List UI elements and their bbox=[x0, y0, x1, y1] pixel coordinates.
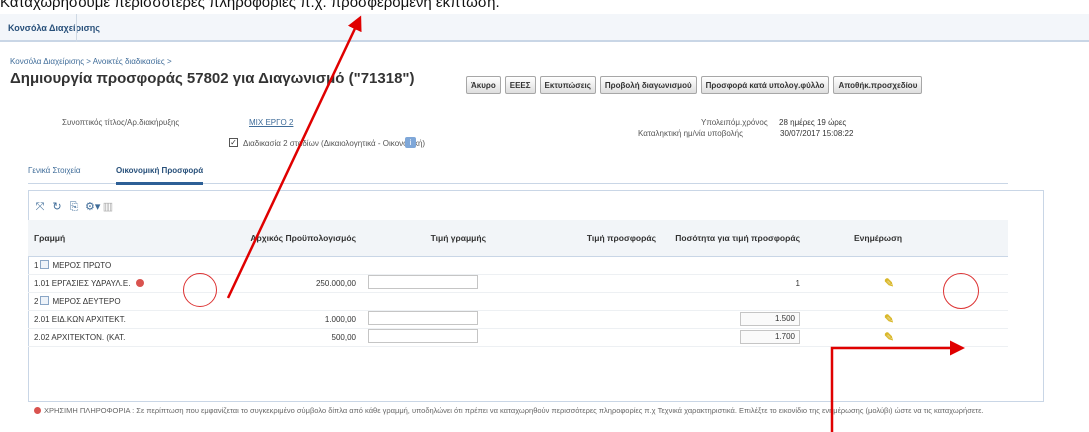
row-budget: 250.000,00 bbox=[228, 274, 362, 293]
col-update: Ενημέρωση bbox=[806, 220, 1008, 257]
annotation-circle bbox=[183, 273, 217, 307]
row-quantity[interactable]: 1.500 bbox=[740, 312, 800, 326]
spreadsheet-offer-button[interactable]: Προσφορά κατά υπολογ.φύλλο bbox=[700, 76, 830, 94]
deadline-value: 30/07/2017 15:08:22 bbox=[780, 129, 854, 138]
row-number: 1 bbox=[34, 261, 39, 270]
table-header-row: Γραμμή Αρχικός Προϋπολογισμός Τιμή γραμμ… bbox=[28, 220, 1008, 257]
table-row: 2.01 ΕΙΔ.ΚΩΝ ΑΡΧΙΤΕΚΤ. 1.000,00 1.500 ✎ bbox=[28, 310, 1008, 329]
row-number: 2 bbox=[34, 297, 39, 306]
row-line-label[interactable]: 2.01 ΕΙΔ.ΚΩΝ ΑΡΧΙΤΕΚΤ. bbox=[34, 315, 126, 324]
espd-button[interactable]: ΕΕΕΣ bbox=[504, 76, 536, 94]
topbar-divider bbox=[76, 14, 77, 42]
refresh-icon[interactable]: ↻ bbox=[51, 201, 63, 213]
line-price-input[interactable] bbox=[368, 275, 478, 289]
col-line: Γραμμή bbox=[28, 220, 228, 257]
page-title: Δημιουργία προσφοράς 57802 για Διαγωνισμ… bbox=[10, 70, 415, 87]
footnote-text: ΧΡΗΣΙΜΗ ΠΛΗΡΟΦΟΡΙΑ : Σε περίπτωση που εμ… bbox=[44, 406, 984, 415]
red-dot-icon bbox=[136, 279, 145, 288]
table-row: 2 ΜΕΡΟΣ ΔΕΥΤΕΡΟ bbox=[28, 292, 1008, 311]
helpful-info-note: ΧΡΗΣΙΜΗ ΠΛΗΡΟΦΟΡΙΑ : Σε περίπτωση που εμ… bbox=[34, 405, 1074, 416]
pencil-icon[interactable]: ✎ bbox=[884, 330, 894, 344]
row-line-label[interactable]: ΜΕΡΟΣ ΠΡΩΤΟ bbox=[52, 261, 111, 270]
console-link[interactable]: Κονσόλα Διαχείρισης bbox=[8, 23, 100, 33]
col-line-price: Τιμή γραμμής bbox=[362, 220, 492, 257]
line-price-input[interactable] bbox=[368, 329, 478, 343]
table-row: 1.01 ΕΡΓΑΣΙΕΣ ΥΔΡΑΥΛ.Ε. 250.000,00 1 ✎ bbox=[28, 274, 1008, 293]
group-node-icon bbox=[40, 260, 50, 269]
row-line-label[interactable]: 2.02 ΑΡΧΙΤΕΚΤΟΝ. (ΚΑΤ. bbox=[34, 333, 125, 342]
two-stage-checkbox: ✓ bbox=[229, 138, 238, 147]
red-dot-icon bbox=[34, 407, 41, 414]
settings-icon[interactable]: ⚙▾ bbox=[85, 201, 100, 213]
col-offer-price: Τιμή προσφοράς bbox=[492, 220, 662, 257]
title-value-link[interactable]: ΜΙΧ ΕΡΓΟ 2 bbox=[249, 118, 293, 127]
procedure-label: Διαδικασία 2 σταδίων (Δικαιολογητικά - Ο… bbox=[243, 139, 426, 148]
row-quantity[interactable]: 1.700 bbox=[740, 330, 800, 344]
info-icon[interactable]: i bbox=[405, 137, 416, 148]
export-icon[interactable]: ⎘ bbox=[68, 201, 80, 213]
pencil-icon[interactable]: ✎ bbox=[884, 312, 894, 326]
group-node-icon bbox=[40, 296, 50, 305]
tab-general[interactable]: Γενικά Στοιχεία bbox=[28, 166, 81, 175]
remaining-time-value: 28 ημέρες 19 ώρες bbox=[779, 118, 847, 127]
table-toolbar: ⤧ ↻ ⎘ ⚙▾ ▥ bbox=[34, 200, 114, 214]
remaining-time-label: Υπολειπόμ.χρόνος bbox=[701, 118, 768, 127]
detach-icon[interactable]: ▥ bbox=[102, 201, 114, 213]
offer-lines-table: Γραμμή Αρχικός Προϋπολογισμός Τιμή γραμμ… bbox=[28, 220, 1008, 347]
tab-bar: Γενικά Στοιχεία Οικονομική Προσφορά bbox=[28, 156, 1008, 185]
pencil-icon[interactable]: ✎ bbox=[884, 276, 894, 290]
breadcrumb[interactable]: Κονσόλα Διαχείρισης > Ανοικτές διαδικασί… bbox=[10, 57, 172, 66]
cancel-button[interactable]: Άκυρο bbox=[466, 76, 501, 94]
top-bar: Κονσόλα Διαχείρισης bbox=[0, 14, 1089, 42]
print-button[interactable]: Εκτυπώσεις bbox=[539, 76, 596, 94]
table-row: 1 ΜΕΡΟΣ ΠΡΩΤΟ bbox=[28, 256, 1008, 275]
action-buttons: Άκυρο ΕΕΕΣ Εκτυπώσεις Προβολή διαγωνισμο… bbox=[466, 76, 923, 94]
tab-financial-offer[interactable]: Οικονομική Προσφορά bbox=[116, 166, 204, 185]
row-budget: 500,00 bbox=[228, 328, 362, 347]
row-line-label[interactable]: 1.01 ΕΡΓΑΣΙΕΣ ΥΔΡΑΥΛ.Ε. bbox=[34, 279, 130, 288]
expand-all-icon[interactable]: ⤧ bbox=[34, 201, 46, 213]
col-quantity: Ποσότητα για τιμή προσφοράς bbox=[662, 220, 806, 257]
deadline-label: Καταληκτική ημ/νία υποβολής bbox=[638, 129, 743, 138]
save-draft-button[interactable]: Αποθήκ.προσχεδίου bbox=[833, 76, 923, 94]
row-budget: 1.000,00 bbox=[228, 310, 362, 329]
title-label: Συνοπτικός τίτλος/Αρ.διακήρυξης bbox=[62, 118, 180, 127]
tutorial-caption: Καταχωρήσουμε περισσότερες πληροφορίες π… bbox=[0, 0, 500, 11]
line-price-input[interactable] bbox=[368, 311, 478, 325]
col-budget: Αρχικός Προϋπολογισμός bbox=[228, 220, 362, 257]
annotation-circle bbox=[943, 273, 979, 309]
table-row: 2.02 ΑΡΧΙΤΕΚΤΟΝ. (ΚΑΤ. 500,00 1.700 ✎ bbox=[28, 328, 1008, 347]
view-tender-button[interactable]: Προβολή διαγωνισμού bbox=[599, 76, 697, 94]
row-quantity: 1 bbox=[662, 274, 806, 293]
row-line-label[interactable]: ΜΕΡΟΣ ΔΕΥΤΕΡΟ bbox=[52, 297, 120, 306]
